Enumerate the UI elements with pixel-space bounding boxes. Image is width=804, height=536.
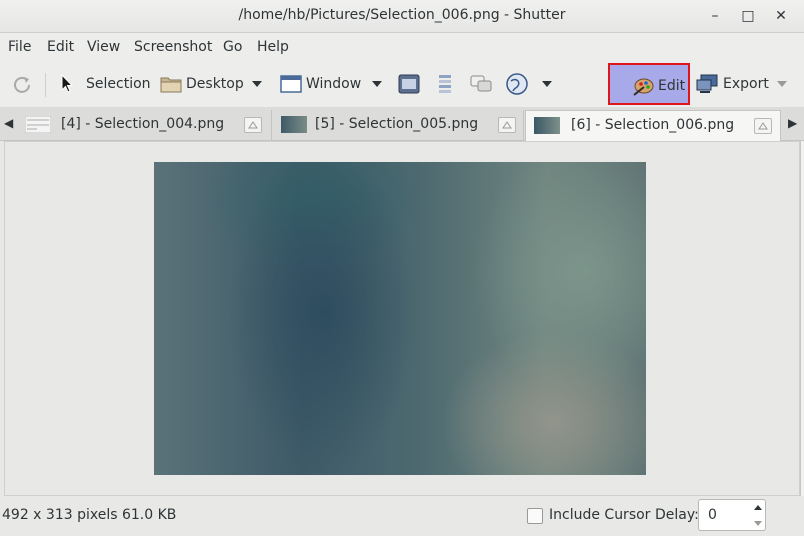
status-bar: 492 x 313 pixels 61.0 KB Include Cursor … [0,496,804,536]
thumbnail-icon [281,116,307,133]
tab-label: [5] - Selection_005.png [315,116,479,132]
menu-icon [398,74,420,94]
edit-icon [633,78,654,96]
tab-selection-004[interactable]: [4] - Selection_004.png [17,110,272,140]
window-button[interactable]: Window [279,61,385,107]
tab-close-button[interactable] [754,118,772,134]
web-icon [506,73,528,95]
tab-scroll-left[interactable]: ◀ [4,116,13,130]
thumbnail-icon [534,117,560,134]
background-window-edge [800,141,804,536]
include-cursor-label[interactable]: Include Cursor [549,507,650,523]
menu-bar: File Edit View Screenshot Go Help [0,33,804,61]
edit-button[interactable]: Edit [608,63,690,105]
cursor-icon [61,74,74,93]
tab-strip: ◀ [4] - Selection_004.png [5] - Selectio… [0,107,804,141]
speech-bubbles-icon [470,75,492,92]
menu-screenshot[interactable]: Screenshot [134,39,212,55]
desktop-label: Desktop [186,76,244,92]
toolbar: Selection Desktop Window Edit Export [0,61,804,107]
tab-selection-006[interactable]: [6] - Selection_006.png [525,110,781,141]
close-doc-icon [248,121,258,129]
increment-icon[interactable] [751,501,765,515]
window-label: Window [306,76,362,92]
close-button[interactable]: ✕ [770,6,792,26]
screenshot-preview [154,162,646,475]
include-cursor-checkbox[interactable] [527,508,543,524]
export-button[interactable]: Export [694,61,794,107]
close-doc-icon [502,121,512,129]
web-button[interactable] [504,61,556,107]
selection-button[interactable]: Selection [55,61,152,107]
web-capture-button[interactable] [468,61,494,107]
toolbar-separator [45,73,46,97]
menu-file[interactable]: File [8,39,31,55]
tab-close-button[interactable] [498,117,516,133]
delay-spinbutton[interactable]: 0 [698,499,766,531]
menu-edit[interactable]: Edit [47,39,74,55]
menu-help[interactable]: Help [257,39,289,55]
menu-capture-button[interactable] [396,61,422,107]
edit-label: Edit [658,78,686,94]
decrement-icon[interactable] [751,516,765,530]
tooltip-capture-button[interactable] [432,61,458,107]
tab-scroll-right[interactable]: ▶ [788,116,797,130]
tab-label: [4] - Selection_004.png [61,116,225,132]
menu-view[interactable]: View [87,39,120,55]
folder-icon [160,77,182,93]
delay-value[interactable]: 0 [708,507,717,523]
export-dropdown-arrow[interactable] [777,81,787,87]
window-title: /home/hb/Pictures/Selection_006.png - Sh… [238,7,566,23]
maximize-button[interactable]: □ [737,6,759,26]
minimize-button[interactable]: – [704,6,726,26]
tab-label: [6] - Selection_006.png [571,117,735,133]
delay-label: Delay: [655,507,699,523]
desktop-dropdown-arrow[interactable] [252,81,262,87]
window-icon [280,75,302,93]
export-label: Export [723,76,769,92]
title-bar: /home/hb/Pictures/Selection_006.png - Sh… [0,0,804,33]
image-viewport[interactable] [4,141,800,496]
image-info: 492 x 313 pixels 61.0 KB [2,507,177,523]
menu-go[interactable]: Go [223,39,242,55]
thumbnail-icon [25,116,51,133]
export-icon [696,74,718,93]
window-dropdown-arrow[interactable] [372,81,382,87]
tab-selection-005[interactable]: [5] - Selection_005.png [273,110,524,140]
redo-button[interactable] [8,61,38,107]
web-dropdown-arrow[interactable] [542,81,552,87]
tab-close-button[interactable] [244,117,262,133]
selection-label: Selection [86,76,151,92]
desktop-button[interactable]: Desktop [159,61,269,107]
close-doc-icon [758,122,768,130]
redo-icon [14,76,30,93]
tooltip-icon [439,75,451,93]
